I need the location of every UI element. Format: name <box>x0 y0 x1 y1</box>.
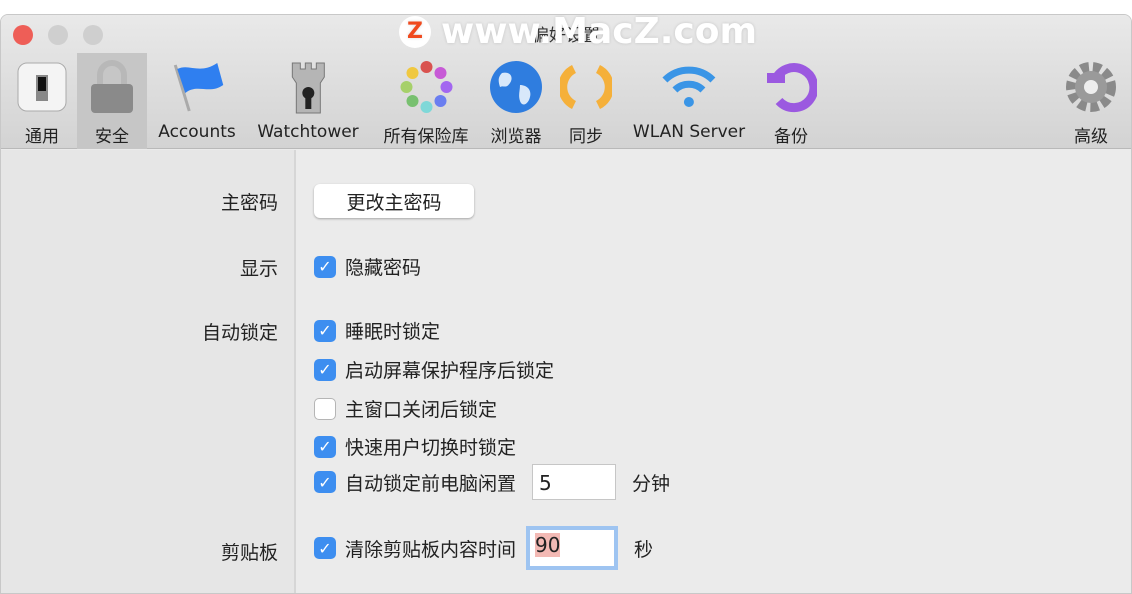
tower-icon <box>288 58 328 116</box>
tab-backup[interactable]: 备份 <box>765 53 817 149</box>
labels-column <box>1 150 296 593</box>
checkbox-checked-icon: ✓ <box>314 319 336 342</box>
backup-icon <box>765 58 817 116</box>
tab-wlan-server[interactable]: WLAN Server <box>633 53 745 149</box>
gear-icon <box>1063 58 1119 116</box>
idle-lock-checkbox[interactable]: ✓ <box>314 471 336 493</box>
clipboard-seconds-input[interactable]: 90 <box>526 526 619 570</box>
display-label: 显示 <box>239 258 278 280</box>
clear-clipboard-row: ✓ 清除剪贴板内容时间 90 秒 <box>314 526 653 570</box>
checkbox-unchecked-icon <box>314 397 336 420</box>
hide-passwords-checkbox[interactable]: ✓ 隐藏密码 <box>314 253 421 280</box>
tab-sync[interactable]: 同步 <box>560 53 612 149</box>
vaults-icon <box>398 58 454 116</box>
lock-on-sleep-checkbox[interactable]: ✓ 睡眠时锁定 <box>314 317 440 344</box>
globe-icon <box>488 58 544 116</box>
idle-lock-row: ✓ 自动锁定前电脑闲置 5 分钟 <box>314 464 670 500</box>
tab-browser[interactable]: 浏览器 <box>488 53 544 149</box>
clear-clipboard-checkbox[interactable]: ✓ <box>314 537 336 559</box>
toolbar: 偏好设置 Zwww.MacZ.com 通用 安全 Accounts Watcht… <box>1 15 1131 149</box>
checkbox-checked-icon: ✓ <box>314 435 336 458</box>
tab-security[interactable]: 安全 <box>77 53 147 149</box>
tab-all-vaults[interactable]: 所有保险库 <box>384 53 469 149</box>
lock-on-screensaver-checkbox[interactable]: ✓ 启动屏幕保护程序后锁定 <box>314 356 554 383</box>
lock-on-fast-user-switch-checkbox[interactable]: ✓ 快速用户切换时锁定 <box>314 433 516 460</box>
checkbox-checked-icon: ✓ <box>314 358 336 381</box>
lock-on-main-window-close-checkbox[interactable]: 主窗口关闭后锁定 <box>314 395 497 422</box>
switch-icon <box>16 58 68 116</box>
change-master-password-button[interactable]: 更改主密码 <box>314 184 474 218</box>
wifi-icon <box>661 58 717 116</box>
watermark: Zwww.MacZ.com <box>399 15 757 52</box>
checkbox-checked-icon: ✓ <box>314 255 336 278</box>
autolock-label: 自动锁定 <box>201 322 278 344</box>
tab-accounts[interactable]: Accounts <box>158 53 236 149</box>
tab-general[interactable]: 通用 <box>16 53 68 149</box>
watermark-logo: Z <box>399 15 431 48</box>
idle-minutes-input[interactable]: 5 <box>532 464 617 500</box>
clipboard-label: 剪贴板 <box>220 542 278 564</box>
tab-watchtower[interactable]: Watchtower <box>257 53 359 149</box>
sync-icon <box>560 58 612 116</box>
master-password-label: 主密码 <box>220 192 278 214</box>
preferences-window: 偏好设置 Zwww.MacZ.com 通用 安全 Accounts Watcht… <box>0 14 1132 594</box>
tab-advanced[interactable]: 高级 <box>1063 53 1119 149</box>
flag-icon <box>169 58 225 116</box>
lock-icon <box>86 58 138 116</box>
